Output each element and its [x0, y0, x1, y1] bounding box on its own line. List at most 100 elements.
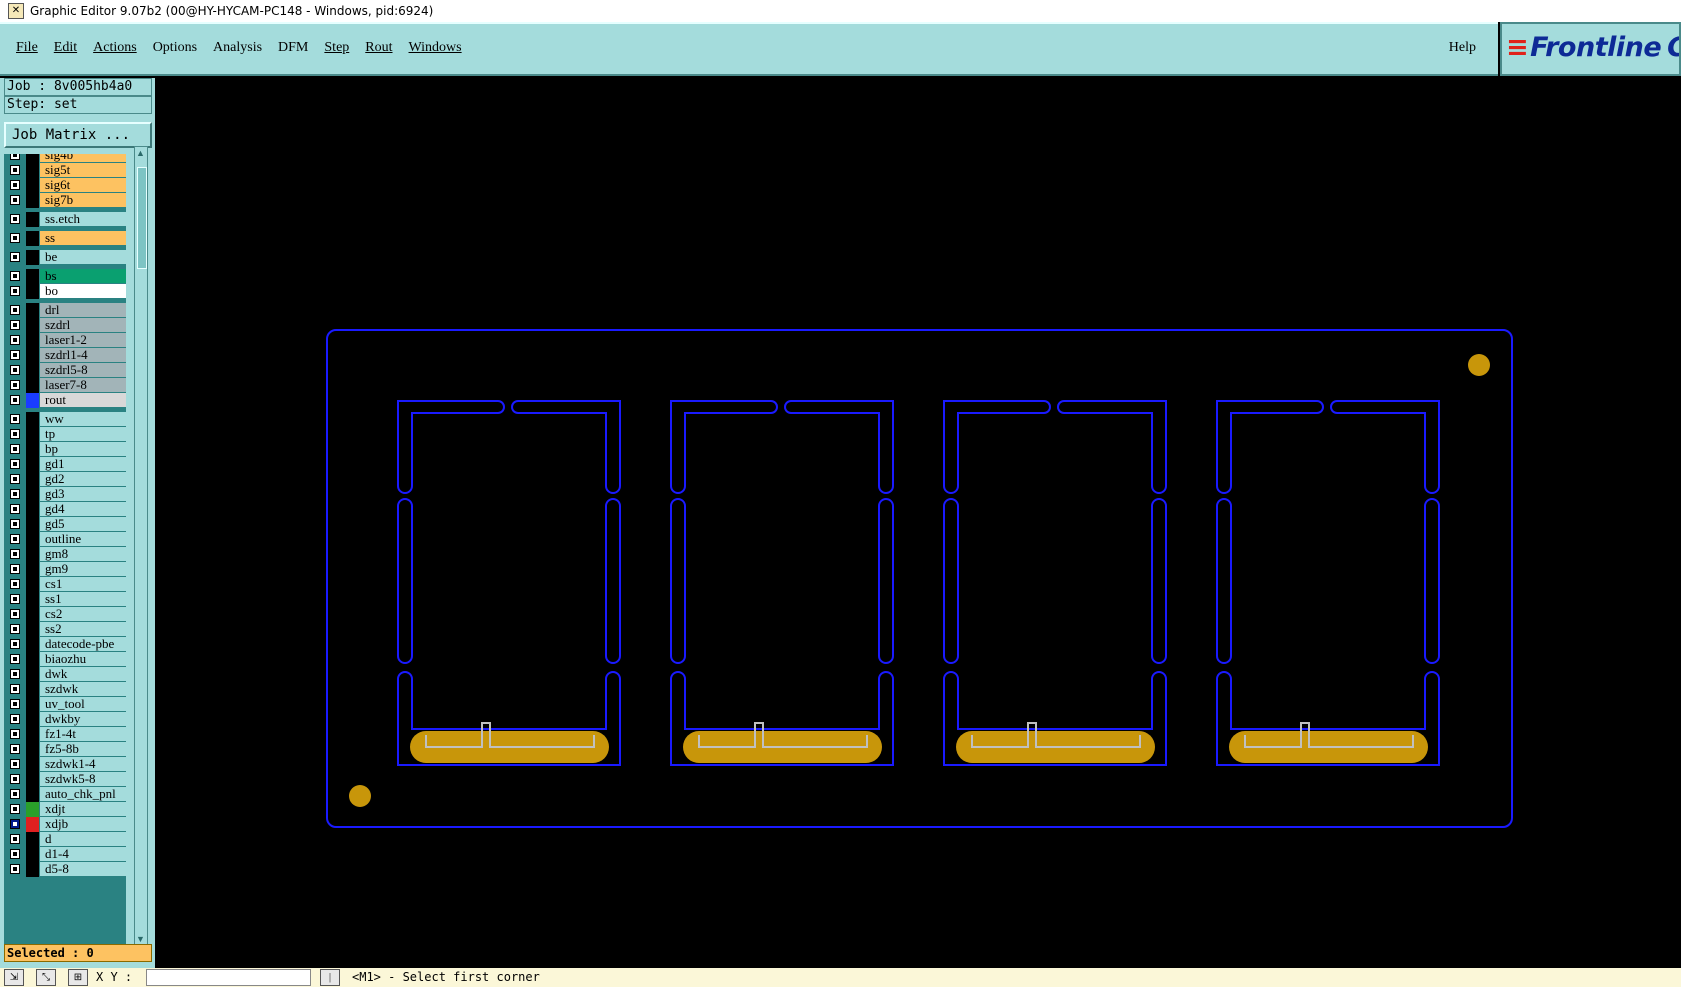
layer-name[interactable]: ss2: [40, 622, 126, 636]
layer-checkbox[interactable]: [10, 624, 20, 634]
layer-name[interactable]: biaozhu: [40, 652, 126, 666]
layer-row-d[interactable]: d: [4, 832, 126, 847]
layer-checkbox[interactable]: [10, 864, 20, 874]
snap-icon[interactable]: ⇲: [4, 969, 24, 986]
layer-checkbox[interactable]: [10, 335, 20, 345]
layer-row-gd3[interactable]: gd3: [4, 487, 126, 502]
layer-color-swatch[interactable]: [26, 231, 39, 246]
layer-name[interactable]: tp: [40, 427, 126, 441]
layer-row-laser7-8[interactable]: laser7-8: [4, 378, 126, 393]
layer-checkbox[interactable]: [10, 519, 20, 529]
layer-row-d1-4[interactable]: d1-4: [4, 847, 126, 862]
layer-color-swatch[interactable]: [26, 667, 39, 682]
layer-color-swatch[interactable]: [26, 457, 39, 472]
layer-color-swatch[interactable]: [26, 269, 39, 284]
layer-name[interactable]: xdjb: [40, 817, 126, 831]
scroll-down-icon[interactable]: ▼: [136, 934, 145, 944]
layer-checkbox[interactable]: [10, 654, 20, 664]
layer-row-szdwk[interactable]: szdwk: [4, 682, 126, 697]
layer-checkbox[interactable]: [10, 744, 20, 754]
layer-row-gd4[interactable]: gd4: [4, 502, 126, 517]
layer-color-swatch[interactable]: [26, 847, 39, 862]
layer-checkbox[interactable]: [10, 489, 20, 499]
layer-row-ss[interactable]: ss: [4, 231, 126, 246]
layer-name[interactable]: ss.etch: [40, 212, 126, 226]
layer-checkbox[interactable]: [10, 564, 20, 574]
menu-help[interactable]: Help: [1441, 40, 1484, 56]
layer-row-cs1[interactable]: cs1: [4, 577, 126, 592]
layer-color-swatch[interactable]: [26, 682, 39, 697]
menu-analysis[interactable]: Analysis: [205, 40, 270, 56]
layer-row-datecode-pbe[interactable]: datecode-pbe: [4, 637, 126, 652]
layer-color-swatch[interactable]: [26, 652, 39, 667]
layer-name[interactable]: laser7-8: [40, 378, 126, 392]
layer-row-gm8[interactable]: gm8: [4, 547, 126, 562]
layer-name[interactable]: fz1-4t: [40, 727, 126, 741]
layer-checkbox[interactable]: [10, 774, 20, 784]
layer-row-drl[interactable]: drl: [4, 303, 126, 318]
layer-checkbox[interactable]: [10, 834, 20, 844]
layer-row-szdwk5-8[interactable]: szdwk5-8: [4, 772, 126, 787]
layer-row-ww[interactable]: ww: [4, 412, 126, 427]
grid-icon[interactable]: ⊞: [68, 969, 88, 986]
layer-checkbox[interactable]: [10, 474, 20, 484]
layer-checkbox[interactable]: [10, 165, 20, 175]
layer-color-swatch[interactable]: [26, 712, 39, 727]
layer-checkbox[interactable]: [10, 414, 20, 424]
layer-color-swatch[interactable]: [26, 333, 39, 348]
menu-step[interactable]: Step: [316, 40, 357, 56]
layer-name[interactable]: sig7b: [40, 193, 126, 207]
layer-color-swatch[interactable]: [26, 502, 39, 517]
layer-checkbox[interactable]: [10, 320, 20, 330]
layer-color-swatch[interactable]: [26, 427, 39, 442]
layer-name[interactable]: xdjt: [40, 802, 126, 816]
layer-row-bs[interactable]: bs: [4, 269, 126, 284]
layer-checkbox[interactable]: [10, 252, 20, 262]
layer-row-rout[interactable]: rout: [4, 393, 126, 408]
menu-file[interactable]: File: [8, 40, 46, 56]
layer-row-dwkby[interactable]: dwkby: [4, 712, 126, 727]
layer-name[interactable]: szdrl: [40, 318, 126, 332]
layer-checkbox[interactable]: [10, 154, 20, 160]
layer-color-swatch[interactable]: [26, 303, 39, 318]
layer-scrollbar[interactable]: ▲ ▼: [134, 146, 148, 946]
layer-name[interactable]: bp: [40, 442, 126, 456]
graphic-canvas[interactable]: [155, 78, 1681, 968]
xy-input[interactable]: [146, 969, 311, 986]
layer-row-tp[interactable]: tp: [4, 427, 126, 442]
layer-name[interactable]: datecode-pbe: [40, 637, 126, 651]
layer-checkbox[interactable]: [10, 429, 20, 439]
layer-color-swatch[interactable]: [26, 212, 39, 227]
layer-name[interactable]: gd2: [40, 472, 126, 486]
layer-row-bo[interactable]: bo: [4, 284, 126, 299]
layer-color-swatch[interactable]: [26, 637, 39, 652]
layer-color-swatch[interactable]: [26, 472, 39, 487]
layer-color-swatch[interactable]: [26, 727, 39, 742]
layer-color-swatch[interactable]: [26, 547, 39, 562]
layer-color-swatch[interactable]: [26, 378, 39, 393]
layer-name[interactable]: be: [40, 250, 126, 264]
layer-color-swatch[interactable]: [26, 802, 39, 817]
layer-row-sig4b[interactable]: sig4b: [4, 154, 126, 163]
layer-color-swatch[interactable]: [26, 787, 39, 802]
layer-row-xdjb[interactable]: xdjb: [4, 817, 126, 832]
layer-color-swatch[interactable]: [26, 832, 39, 847]
layer-name[interactable]: gd4: [40, 502, 126, 516]
layer-checkbox[interactable]: [10, 759, 20, 769]
layer-row-fz1-4t[interactable]: fz1-4t: [4, 727, 126, 742]
layer-checkbox[interactable]: [10, 350, 20, 360]
layer-color-swatch[interactable]: [26, 284, 39, 299]
layer-checkbox[interactable]: [10, 714, 20, 724]
layer-color-swatch[interactable]: [26, 592, 39, 607]
layer-checkbox[interactable]: [10, 444, 20, 454]
layer-name[interactable]: outline: [40, 532, 126, 546]
layer-color-swatch[interactable]: [26, 697, 39, 712]
layer-row-laser1-2[interactable]: laser1-2: [4, 333, 126, 348]
layer-checkbox[interactable]: [10, 789, 20, 799]
layer-name[interactable]: uv_tool: [40, 697, 126, 711]
layer-row-szdrl[interactable]: szdrl: [4, 318, 126, 333]
layer-name[interactable]: fz5-8b: [40, 742, 126, 756]
layer-name[interactable]: d1-4: [40, 847, 126, 861]
layer-name[interactable]: dwkby: [40, 712, 126, 726]
layer-color-swatch[interactable]: [26, 517, 39, 532]
